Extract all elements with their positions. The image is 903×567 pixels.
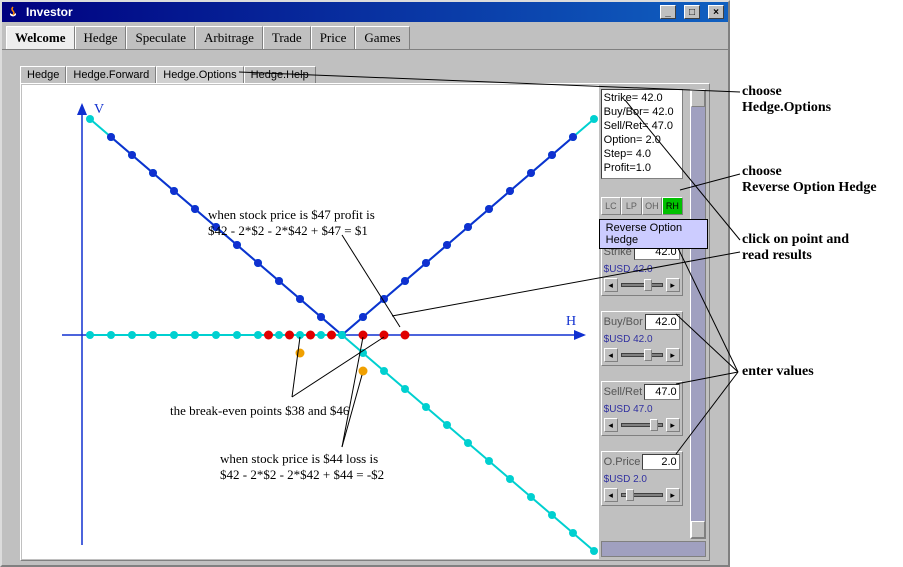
tooltip-reverse-option-hedge: Reverse Option Hedge bbox=[599, 219, 708, 249]
subtab-hedge[interactable]: Hedge bbox=[20, 66, 66, 83]
buybor-slider[interactable]: ◂ ▸ bbox=[604, 347, 680, 363]
result-strike: Strike= 42.0 bbox=[604, 91, 680, 105]
maximize-button[interactable]: □ bbox=[684, 5, 700, 19]
slider-right-icon[interactable]: ▸ bbox=[666, 278, 680, 292]
subtab-hedge-forward[interactable]: Hedge.Forward bbox=[66, 66, 156, 83]
subtab-hedge-options[interactable]: Hedge.Options bbox=[156, 66, 243, 83]
oprice-slider[interactable]: ◂ ▸ bbox=[604, 487, 680, 503]
tab-games[interactable]: Games bbox=[355, 26, 409, 49]
results-box: Strike= 42.0 Buy/Bor= 42.0 Sell/Ret= 47.… bbox=[601, 89, 683, 179]
subtab-hedge-help[interactable]: Hedge.Help bbox=[244, 66, 316, 83]
param-sellret-usd: $USD 47.0 bbox=[604, 404, 680, 415]
annot-loss-1: when stock price is $44 loss is bbox=[220, 451, 378, 467]
param-sellret-label: Sell/Ret bbox=[604, 386, 643, 398]
strike-slider[interactable]: ◂ ▸ bbox=[604, 277, 680, 293]
sellret-slider[interactable]: ◂ ▸ bbox=[604, 417, 680, 433]
guide-enter-values: enter values bbox=[742, 364, 814, 380]
chart-svg: VH bbox=[22, 85, 599, 559]
svg-text:H: H bbox=[566, 314, 576, 329]
slider-right-icon[interactable]: ▸ bbox=[666, 488, 680, 502]
annot-breakeven: the break-even points $38 and $46 bbox=[170, 403, 349, 419]
sellret-input[interactable] bbox=[644, 384, 679, 400]
param-strike-usd: $USD 42.0 bbox=[604, 264, 680, 275]
tab-trade[interactable]: Trade bbox=[263, 26, 311, 49]
param-buybor-usd: $USD 42.0 bbox=[604, 334, 680, 345]
annot-profit-2: $42 - 2*$2 - 2*$42 + $47 = $1 bbox=[208, 223, 368, 239]
strategy-row: LC LP OH RH bbox=[601, 197, 683, 215]
vertical-scrollbar[interactable] bbox=[690, 89, 706, 539]
right-panel: Strike= 42.0 Buy/Bor= 42.0 Sell/Ret= 47.… bbox=[599, 85, 708, 559]
tab-hedge[interactable]: Hedge bbox=[75, 26, 127, 49]
tab-price[interactable]: Price bbox=[311, 26, 356, 49]
param-buybor-label: Buy/Bor bbox=[604, 316, 643, 328]
minimize-button[interactable]: _ bbox=[660, 5, 676, 19]
horizontal-scrollbar[interactable] bbox=[601, 541, 706, 557]
param-oprice-label: O.Price bbox=[604, 456, 641, 468]
result-buybor: Buy/Bor= 42.0 bbox=[604, 105, 680, 119]
param-sellret: Sell/Ret $USD 47.0 ◂ ▸ bbox=[601, 381, 683, 436]
param-strike: Strike $USD 42.0 ◂ ▸ bbox=[601, 241, 683, 296]
titlebar: Investor _ □ × bbox=[2, 2, 728, 22]
param-oprice-usd: $USD 2.0 bbox=[604, 474, 680, 485]
buybor-input[interactable] bbox=[645, 314, 680, 330]
close-button[interactable]: × bbox=[708, 5, 724, 19]
slider-left-icon[interactable]: ◂ bbox=[604, 418, 618, 432]
param-oprice: O.Price $USD 2.0 ◂ ▸ bbox=[601, 451, 683, 506]
tab-welcome[interactable]: Welcome bbox=[6, 26, 75, 49]
annot-loss-2: $42 - 2*$2 - 2*$42 + $44 = -$2 bbox=[220, 467, 384, 483]
chart-area[interactable]: VH when stock price is $47 profit is $42… bbox=[22, 85, 599, 559]
guide-choose-rh: chooseReverse Option Hedge bbox=[742, 164, 877, 196]
result-option: Option= 2.0 bbox=[604, 133, 680, 147]
svg-text:V: V bbox=[94, 102, 104, 117]
param-buybor: Buy/Bor $USD 42.0 ◂ ▸ bbox=[601, 311, 683, 366]
result-sellret: Sell/Ret= 47.0 bbox=[604, 119, 680, 133]
content-area: VH when stock price is $47 profit is $42… bbox=[20, 83, 710, 561]
oprice-input[interactable] bbox=[642, 454, 679, 470]
tab-speculate[interactable]: Speculate bbox=[126, 26, 195, 49]
sub-tabs: Hedge Hedge.Forward Hedge.Options Hedge.… bbox=[2, 50, 728, 83]
main-tabs: Welcome Hedge Speculate Arbitrage Trade … bbox=[2, 22, 728, 50]
tab-arbitrage[interactable]: Arbitrage bbox=[195, 26, 263, 49]
slider-right-icon[interactable]: ▸ bbox=[666, 348, 680, 362]
slider-left-icon[interactable]: ◂ bbox=[604, 348, 618, 362]
java-icon bbox=[6, 5, 20, 19]
app-window: Investor _ □ × Welcome Hedge Speculate A… bbox=[0, 0, 730, 567]
slider-left-icon[interactable]: ◂ bbox=[604, 488, 618, 502]
window-title: Investor bbox=[26, 5, 73, 19]
slider-right-icon[interactable]: ▸ bbox=[666, 418, 680, 432]
strategy-lp-button[interactable]: LP bbox=[621, 197, 642, 215]
result-step: Step= 4.0 bbox=[604, 147, 680, 161]
strategy-oh-button[interactable]: OH bbox=[642, 197, 663, 215]
strategy-rh-button[interactable]: RH bbox=[662, 197, 683, 215]
result-profit: Profit=1.0 bbox=[604, 161, 680, 175]
strategy-lc-button[interactable]: LC bbox=[601, 197, 622, 215]
annot-profit-1: when stock price is $47 profit is bbox=[208, 207, 375, 223]
guide-choose-options: chooseHedge.Options bbox=[742, 84, 831, 116]
guide-click-point: click on point andread results bbox=[742, 232, 849, 264]
slider-left-icon[interactable]: ◂ bbox=[604, 278, 618, 292]
